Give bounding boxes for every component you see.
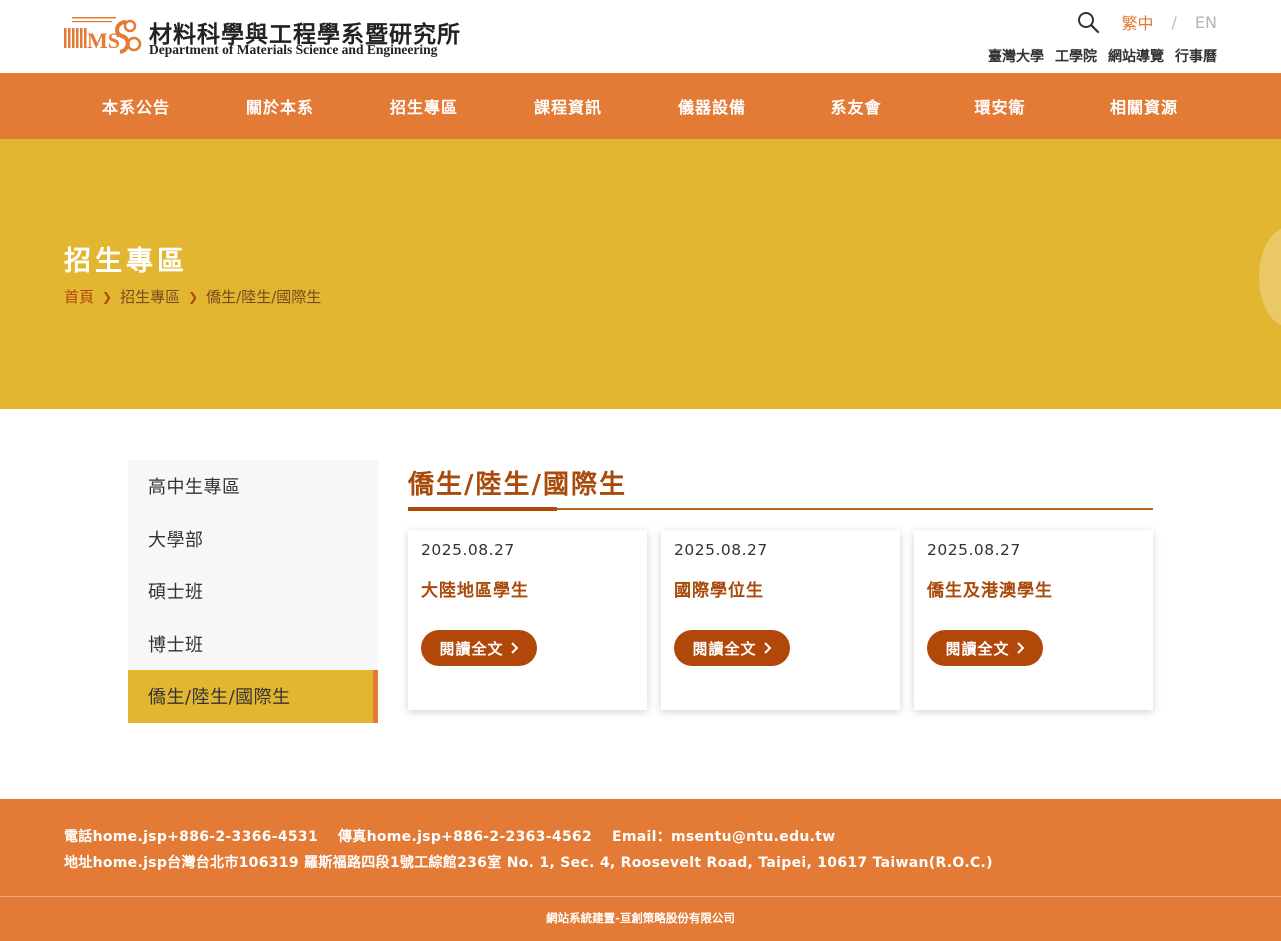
nav-item-courses[interactable]: 課程資訊 [496,73,640,139]
article-date: 2025.08.27 [421,541,515,559]
quick-link-ntu[interactable]: 臺灣大學 [988,46,1044,66]
site-header: MS 材料科學與工程學系暨研究所 Department of Materials… [0,0,1281,73]
nav-item-safety[interactable]: 環安衛 [928,73,1072,139]
footer-address: 地址home.jsp台灣台北市106319 羅斯福路四段1號工綜館236室 No… [64,855,993,871]
sidebar-item-international[interactable]: 僑生/陸生/國際生 [128,670,378,723]
article-title[interactable]: 國際學位生 [674,576,764,601]
lang-en-link[interactable]: EN [1195,13,1217,32]
breadcrumb: 首頁 ❯ 招生專區 ❯ 僑生/陸生/國際生 [64,286,321,307]
chevron-right-icon [1016,642,1024,654]
sidebar-item-high-school[interactable]: 高中生專區 [128,460,378,513]
footer-fax: 傳真home.jsp+886-2-2363-4562 [338,829,592,845]
read-more-button[interactable]: 閱讀全文 [674,630,790,666]
nav-item-admissions[interactable]: 招生專區 [352,73,496,139]
top-tools: 繁中 / EN [1076,8,1217,36]
quick-link-sitemap[interactable]: 網站導覽 [1108,46,1164,66]
sidebar: 高中生專區 大學部 碩士班 博士班 僑生/陸生/國際生 [128,460,378,723]
banner-decoration [1259,227,1281,327]
read-more-button[interactable]: 閱讀全文 [421,630,537,666]
chevron-right-icon: ❯ [188,289,199,304]
lang-zh-link[interactable]: 繁中 [1122,10,1154,34]
read-more-button[interactable]: 閱讀全文 [927,630,1043,666]
chevron-right-icon: ❯ [102,289,113,304]
article-cards: 2025.08.27 大陸地區學生 閱讀全文 2025.08.27 國際學位生 … [408,530,1153,710]
site-footer: 電話home.jsp+886-2-3366-4531 傳真home.jsp+88… [0,799,1281,941]
chevron-right-icon [510,642,518,654]
nav-item-announcements[interactable]: 本系公告 [64,73,208,139]
breadcrumb-current: 僑生/陸生/國際生 [206,288,322,306]
quick-link-calendar[interactable]: 行事曆 [1175,46,1217,66]
site-logo[interactable]: MS 材料科學與工程學系暨研究所 Department of Materials… [64,14,464,60]
article-card[interactable]: 2025.08.27 僑生及港澳學生 閱讀全文 [914,530,1153,710]
article-card[interactable]: 2025.08.27 國際學位生 閱讀全文 [661,530,900,710]
breadcrumb-home[interactable]: 首頁 [64,286,94,307]
logo-subtitle: Department of Materials Science and Engi… [149,42,438,57]
sidebar-item-phd[interactable]: 博士班 [128,618,378,671]
page-title: 招生專區 [64,246,188,277]
footer-phone: 電話home.jsp+886-2-3366-4531 [64,829,318,845]
footer-copyright: 網站系統建置-亘創策略股份有限公司 [546,911,735,925]
nav-item-alumni[interactable]: 系友會 [784,73,928,139]
nav-item-equipment[interactable]: 儀器設備 [640,73,784,139]
footer-divider [0,896,1281,897]
read-more-label: 閱讀全文 [692,639,757,658]
nav-item-resources[interactable]: 相關資源 [1072,73,1216,139]
read-more-label: 閱讀全文 [439,639,504,658]
nav-item-about[interactable]: 關於本系 [208,73,352,139]
section-divider-accent [408,507,557,511]
article-title[interactable]: 大陸地區學生 [421,576,529,601]
sidebar-item-masters[interactable]: 碩士班 [128,565,378,618]
article-title[interactable]: 僑生及港澳學生 [927,576,1053,601]
footer-email[interactable]: Email：msentu@ntu.edu.tw [612,826,836,846]
msc-logo-icon: MS [64,17,142,54]
quick-link-college[interactable]: 工學院 [1055,46,1097,66]
chevron-right-icon [763,642,771,654]
article-card[interactable]: 2025.08.27 大陸地區學生 閱讀全文 [408,530,647,710]
svg-text:MS: MS [87,28,120,53]
page-banner: 招生專區 首頁 ❯ 招生專區 ❯ 僑生/陸生/國際生 [0,139,1281,409]
main-nav: 本系公告 關於本系 招生專區 課程資訊 儀器設備 系友會 環安衛 相關資源 [0,73,1281,139]
breadcrumb-admissions[interactable]: 招生專區 [120,286,180,307]
section-title: 僑生/陸生/國際生 [408,470,627,500]
search-icon[interactable] [1076,10,1100,34]
quick-links: 臺灣大學 工學院 網站導覽 行事曆 [988,46,1217,66]
article-date: 2025.08.27 [674,541,768,559]
article-date: 2025.08.27 [927,541,1021,559]
sidebar-item-undergraduate[interactable]: 大學部 [128,513,378,566]
footer-contact: 電話home.jsp+886-2-3366-4531 傳真home.jsp+88… [64,826,836,846]
lang-separator: / [1171,12,1177,32]
read-more-label: 閱讀全文 [945,639,1010,658]
